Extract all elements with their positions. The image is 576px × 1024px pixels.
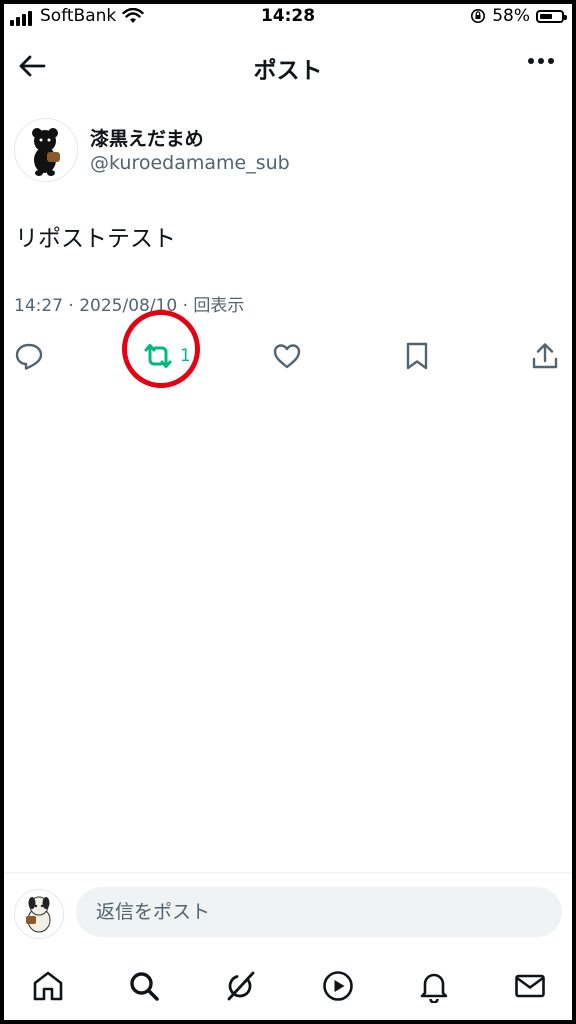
- bookmark-button[interactable]: [404, 338, 430, 374]
- tab-video[interactable]: [318, 966, 358, 1006]
- more-button[interactable]: [528, 58, 554, 64]
- author-name[interactable]: 漆黒えだまめ: [90, 124, 204, 151]
- reply-icon: [15, 343, 43, 370]
- more-icon-dot: [528, 58, 534, 64]
- share-button[interactable]: [530, 338, 560, 374]
- status-bar: SoftBank 14:28 58%: [4, 4, 572, 30]
- battery-percent: 58%: [492, 6, 530, 26]
- tab-home[interactable]: [28, 966, 68, 1006]
- grok-icon: [227, 971, 255, 1001]
- post-actions: 1: [4, 334, 572, 378]
- like-icon: [273, 344, 301, 369]
- home-icon: [33, 971, 63, 1001]
- video-icon: [323, 971, 353, 1001]
- user-avatar[interactable]: [14, 889, 64, 939]
- screen: SoftBank 14:28 58% ポスト 漆黒えだまめ @kuroedama…: [4, 4, 572, 1020]
- bear-avatar-icon: [32, 128, 60, 176]
- reply-bar: [4, 872, 572, 947]
- highlight-circle: [122, 310, 200, 388]
- status-right: 58%: [470, 6, 567, 26]
- like-button[interactable]: [272, 338, 302, 374]
- tab-search[interactable]: [124, 966, 164, 1006]
- more-icon-dot: [538, 58, 544, 64]
- tab-notifications[interactable]: [414, 966, 454, 1006]
- tab-grok[interactable]: [220, 966, 260, 1006]
- page-title: ポスト: [253, 58, 323, 84]
- more-icon-dot: [548, 58, 554, 64]
- tab-messages[interactable]: [510, 966, 550, 1006]
- reply-input[interactable]: [76, 887, 562, 937]
- notifications-icon: [420, 973, 448, 1003]
- battery-icon: [536, 9, 567, 23]
- header: ポスト: [4, 34, 572, 96]
- post-meta: 14:27 · 2025/08/10 · 回表示: [14, 296, 245, 316]
- share-icon: [532, 343, 558, 369]
- author-avatar[interactable]: [14, 118, 78, 182]
- post-text: リポストテスト: [15, 226, 176, 252]
- messages-icon: [515, 974, 545, 998]
- search-icon: [130, 972, 159, 1001]
- bookmark-icon: [406, 342, 428, 370]
- reply-button[interactable]: [14, 338, 44, 374]
- dog-avatar-icon: [26, 896, 51, 933]
- orientation-lock-icon: [471, 9, 486, 23]
- author-handle[interactable]: @kuroedamame_sub: [90, 152, 290, 174]
- tab-bar: [4, 950, 572, 1020]
